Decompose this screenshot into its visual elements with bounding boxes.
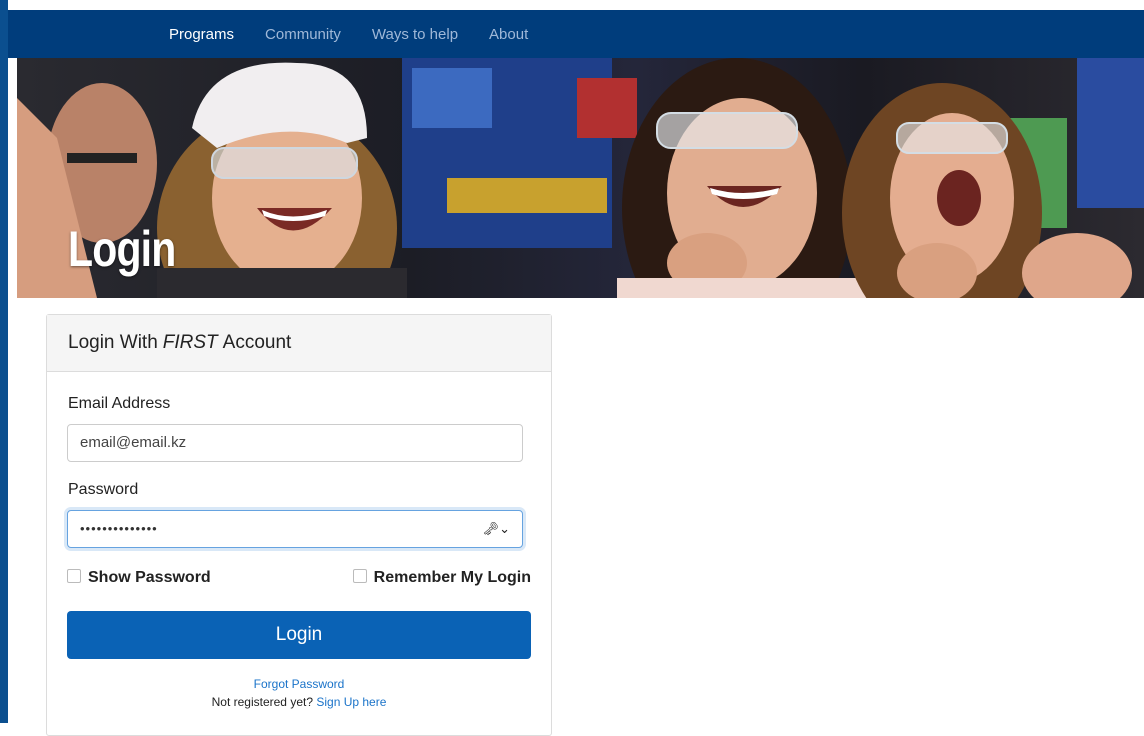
login-options: Show Password Remember My Login: [67, 569, 531, 589]
show-password-checkbox[interactable]: [67, 569, 81, 583]
nav-item-ways-to-help[interactable]: Ways to help: [372, 26, 458, 43]
email-field[interactable]: email@email.kz: [67, 424, 523, 462]
register-prompt: Not registered yet?: [211, 695, 313, 709]
password-masked-value: ••••••••••••••: [80, 521, 158, 536]
email-label: Email Address: [68, 395, 171, 412]
register-row: Not registered yet? Sign Up here: [47, 695, 551, 709]
page-title: Login: [68, 221, 176, 277]
login-button[interactable]: Login: [67, 611, 531, 659]
password-key-icon[interactable]: 🗝︎⌄: [483, 511, 510, 547]
sign-up-link[interactable]: Sign Up here: [316, 695, 386, 709]
login-card: Login With FIRST Account Email Address e…: [46, 314, 552, 736]
email-value: email@email.kz: [80, 434, 187, 451]
login-heading-brand: FIRST: [162, 332, 218, 353]
forgot-password-link[interactable]: Forgot Password: [254, 677, 345, 691]
hero-photo: [17, 58, 1144, 298]
left-edge-bar: [0, 0, 8, 723]
login-heading-prefix: Login With: [68, 332, 158, 353]
top-navigation: Programs Community Ways to help About: [8, 10, 1144, 58]
nav-links: Programs Community Ways to help About: [169, 10, 559, 58]
remember-login-checkbox[interactable]: [352, 569, 367, 583]
password-field[interactable]: •••••••••••••• 🗝︎⌄: [67, 510, 523, 548]
nav-item-about[interactable]: About: [489, 26, 528, 43]
hero-banner: Login: [17, 58, 1144, 298]
nav-item-community[interactable]: Community: [265, 26, 341, 43]
forgot-password-row: Forgot Password: [47, 677, 551, 691]
password-label: Password: [68, 481, 139, 498]
nav-item-programs[interactable]: Programs: [169, 26, 234, 43]
login-heading-suffix: Account: [222, 332, 292, 353]
show-password-option[interactable]: Show Password: [67, 569, 211, 587]
remember-login-option[interactable]: Remember My Login: [352, 569, 531, 587]
remember-login-label: Remember My Login: [373, 569, 531, 586]
login-card-header: Login With FIRST Account: [47, 315, 551, 372]
show-password-label: Show Password: [88, 569, 211, 586]
